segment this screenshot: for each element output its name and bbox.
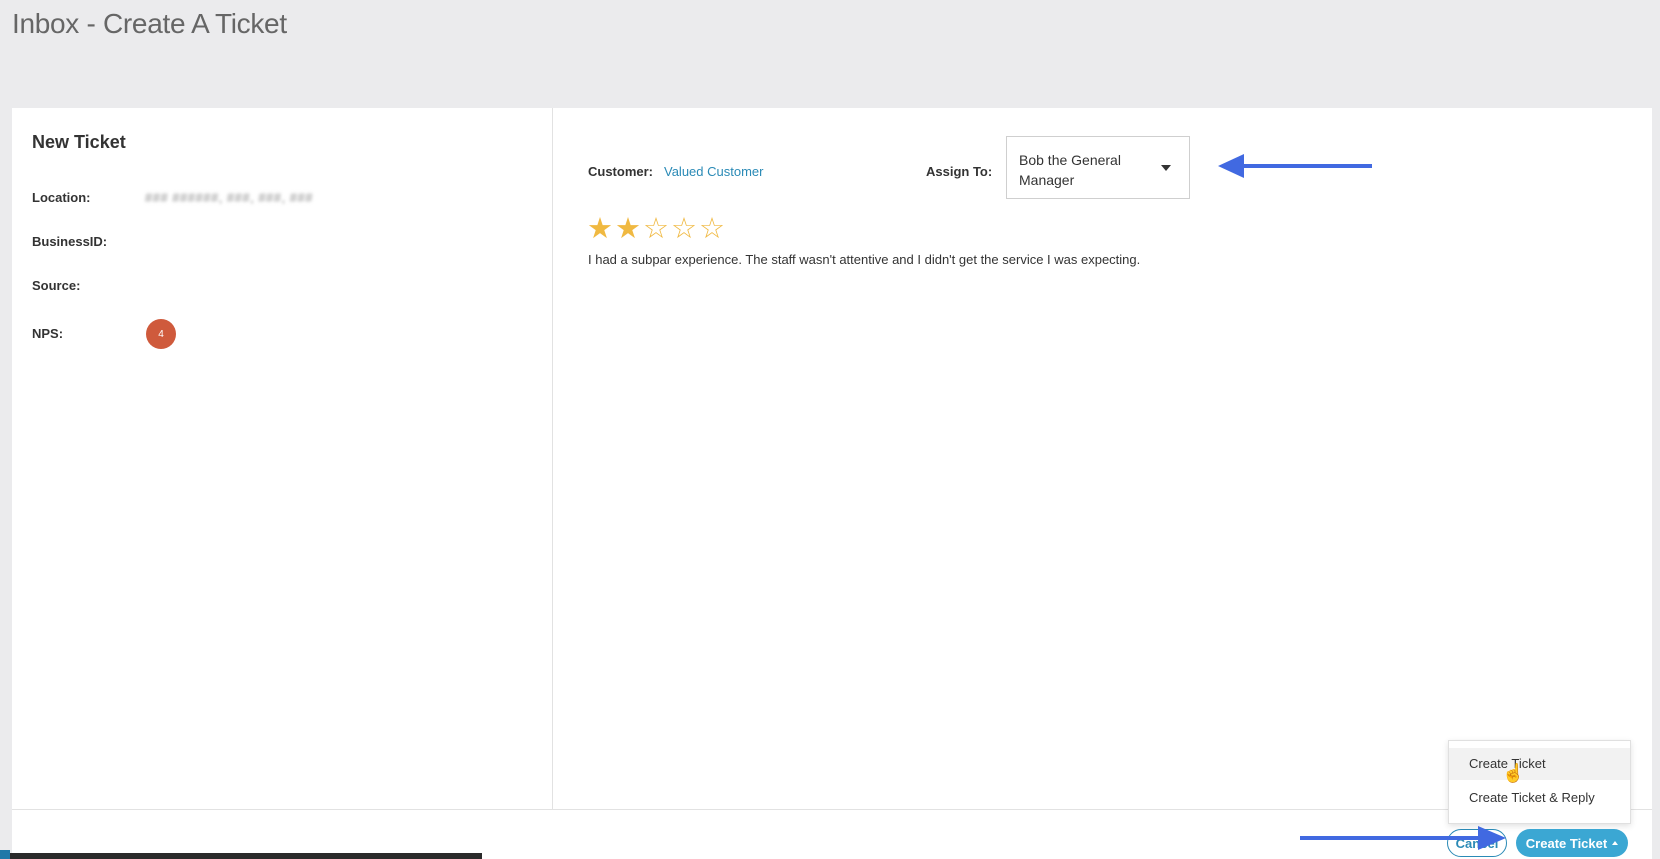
menu-item-create-ticket-reply[interactable]: Create Ticket & Reply [1449,782,1630,814]
ticket-title: New Ticket [32,132,126,152]
chevron-down-icon [1161,165,1171,171]
star-empty-icon: ☆ [643,213,669,245]
card-footer [12,809,1652,859]
star-empty-icon: ☆ [671,213,697,245]
chevron-up-icon [1612,841,1619,845]
source-label: Source: [32,278,81,293]
ticket-details-panel: New Ticket Location: ### ######, ###, ##… [12,108,553,809]
star-empty-icon: ☆ [699,213,725,245]
location-label: Location: [32,190,91,205]
assign-to-selected-value: Bob the General Manager [1019,152,1121,188]
ticket-card: New Ticket Location: ### ######, ###, ##… [12,108,1652,859]
bottom-bar-accent [0,850,10,859]
customer-name-link[interactable]: Valued Customer [664,164,763,179]
location-value: ### ######, ###, ###, ### [145,190,313,205]
rating-stars: ★ ★ ☆ ☆ ☆ [586,214,726,244]
bottom-bar [0,853,482,859]
star-filled-icon: ★ [615,213,641,245]
customer-label: Customer: [588,164,654,179]
menu-item-create-ticket[interactable]: Create Ticket [1449,748,1630,780]
assign-to-label: Assign To: [926,164,993,179]
star-filled-icon: ★ [587,213,613,245]
create-ticket-button[interactable]: Create Ticket [1516,829,1628,857]
nps-label: NPS: [32,326,64,341]
business-id-label: BusinessID: [32,234,108,249]
page-title: Inbox - Create A Ticket [12,8,287,39]
review-text: I had a subpar experience. The staff was… [588,252,1141,267]
nps-score-badge: 4 [146,319,176,349]
assign-to-select[interactable]: Bob the General Manager [1006,136,1190,199]
create-ticket-button-label: Create Ticket [1525,835,1608,851]
create-ticket-dropdown-menu: Create Ticket Create Ticket & Reply [1448,740,1631,824]
cancel-button[interactable]: Cancel [1447,829,1507,857]
